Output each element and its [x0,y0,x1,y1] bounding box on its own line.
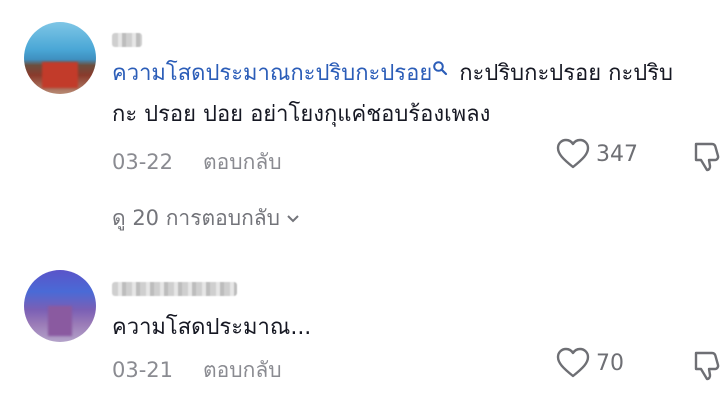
view-replies-label: ดู 20 การตอบกลับ [112,206,280,230]
like-button[interactable]: 70 [556,347,624,379]
chevron-down-icon [287,214,299,222]
dislike-button[interactable] [692,140,726,176]
heart-icon [556,347,590,378]
username-blurred[interactable] [112,282,237,296]
comment-text-line-2: กะ ปรอย ปอย อย่าโยงกุแค่ชอบร้องเพลง [112,102,491,127]
search-link[interactable]: ความโสดประมาณกะปริบกะปรอย [112,61,432,86]
like-button[interactable]: 347 [556,138,638,170]
reply-button[interactable]: ตอบกลับ [203,150,282,174]
dislike-button[interactable] [692,349,726,385]
username-blurred[interactable] [112,33,142,47]
thumbs-down-icon [694,142,720,172]
avatar[interactable] [24,270,96,342]
like-count: 70 [596,350,624,376]
comment-meta: 03-21 ตอบกลับ [112,354,282,387]
comment-text-line-1: ความโสดประมาณ... [112,315,312,340]
comment-text-rest: กะปริบกะปรอย กะปริบ [459,61,674,86]
view-replies-button[interactable]: ดู 20 การตอบกลับ [112,202,300,235]
thumbs-down-icon [694,351,720,381]
search-icon[interactable] [432,61,448,86]
comment-date: 03-22 [112,150,174,174]
heart-icon [556,138,590,169]
avatar[interactable] [24,22,96,94]
comment-date: 03-21 [112,358,174,382]
reply-button[interactable]: ตอบกลับ [203,358,282,382]
comment-text-line-1: ความโสดประมาณกะปริบกะปรอย กะปริบกะปรอย ก… [112,60,673,88]
comment-meta: 03-22 ตอบกลับ [112,146,282,179]
like-count: 347 [596,141,638,167]
